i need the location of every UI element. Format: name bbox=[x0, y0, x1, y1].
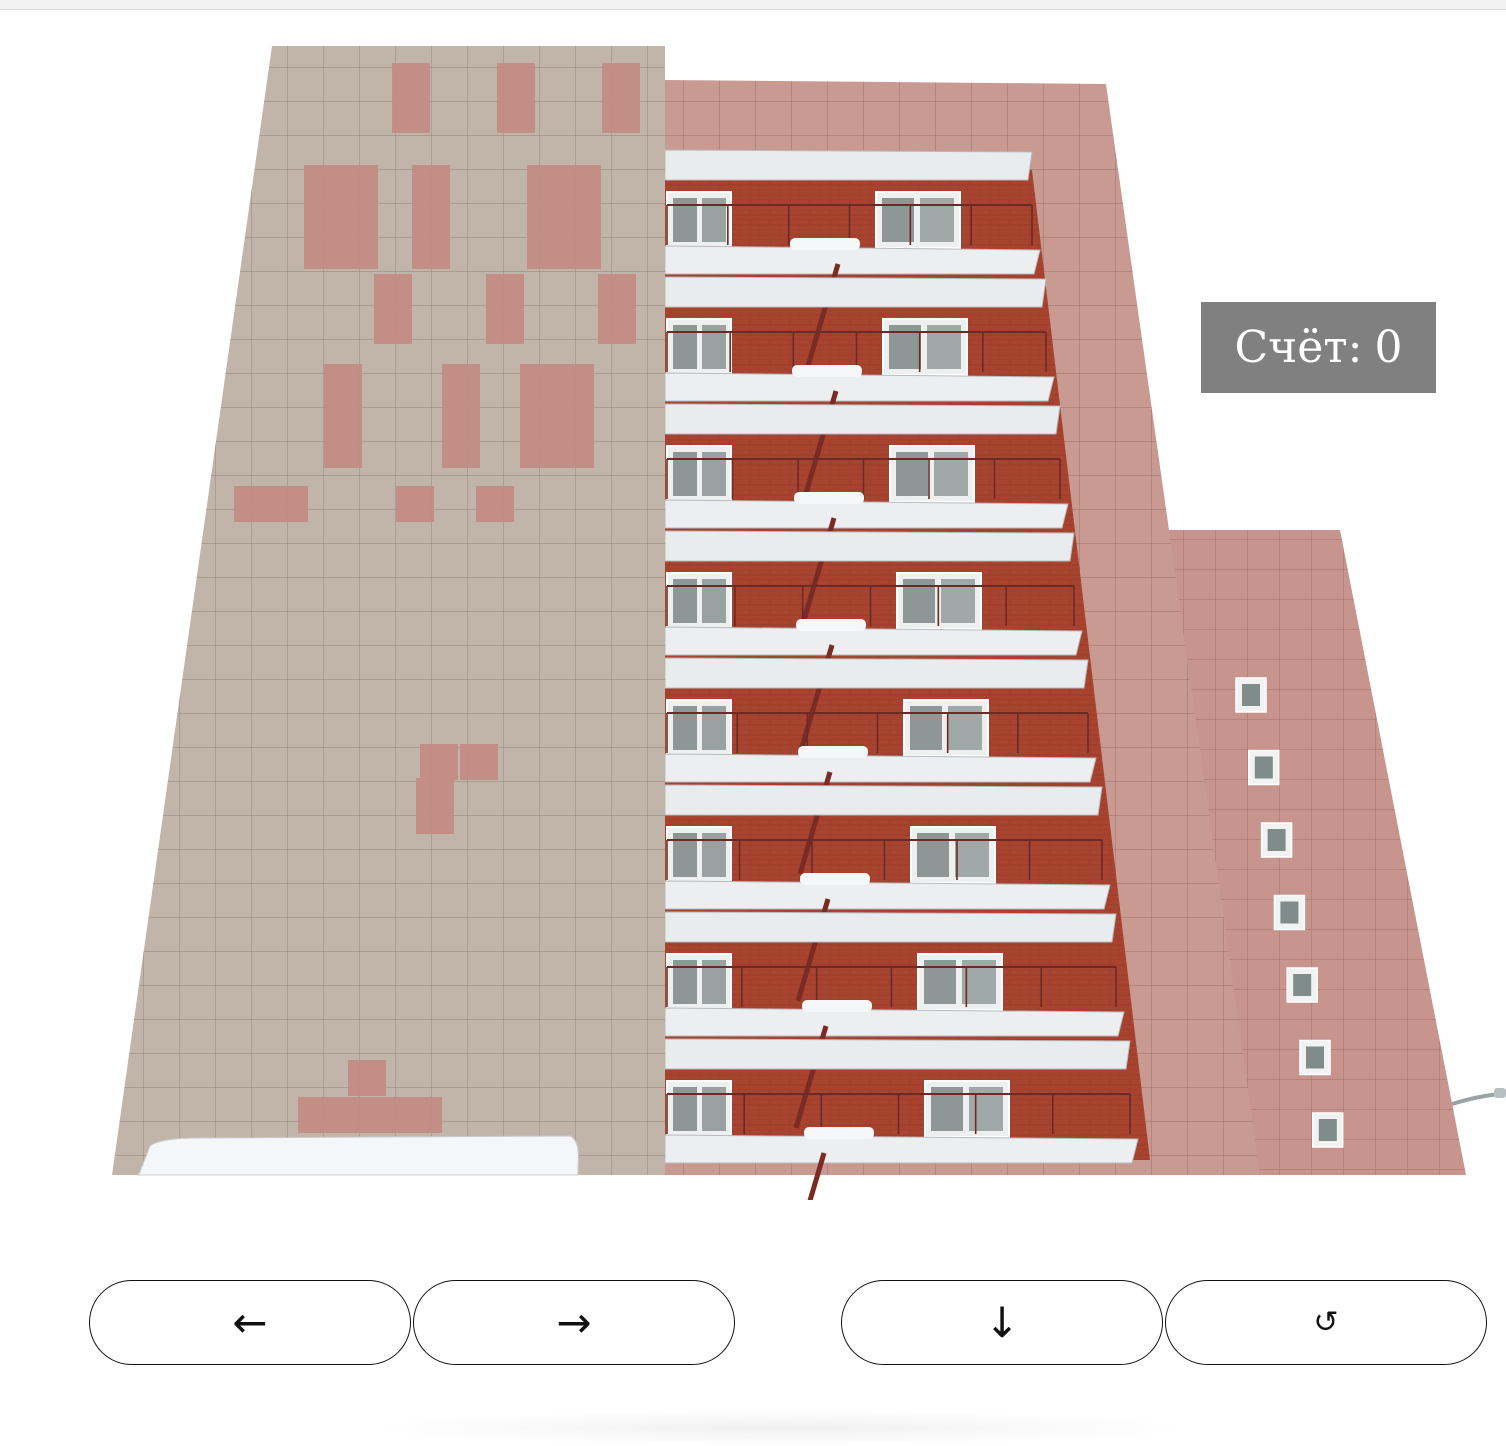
rotate-button[interactable]: ↺ bbox=[1165, 1280, 1487, 1365]
move-right-button[interactable]: → bbox=[413, 1280, 735, 1365]
arrow-right-icon: → bbox=[556, 1298, 592, 1347]
lamp-head bbox=[1494, 1088, 1506, 1098]
score-value: 0 bbox=[1374, 322, 1403, 373]
score-display: Счёт: 0 bbox=[1201, 302, 1436, 393]
rotate-icon: ↺ bbox=[1313, 1305, 1339, 1340]
move-left-button[interactable]: ← bbox=[89, 1280, 411, 1365]
lamp-arm bbox=[1451, 1092, 1501, 1106]
snow-ledge bbox=[137, 1135, 579, 1176]
game-board bbox=[112, 46, 1506, 1200]
score-label: Счёт: bbox=[1234, 322, 1363, 373]
arrow-down-icon: ↓ bbox=[984, 1298, 1020, 1347]
floor-shadow bbox=[360, 1410, 1200, 1446]
drop-down-button[interactable]: ↓ bbox=[841, 1280, 1163, 1365]
arrow-left-icon: ← bbox=[232, 1298, 268, 1347]
